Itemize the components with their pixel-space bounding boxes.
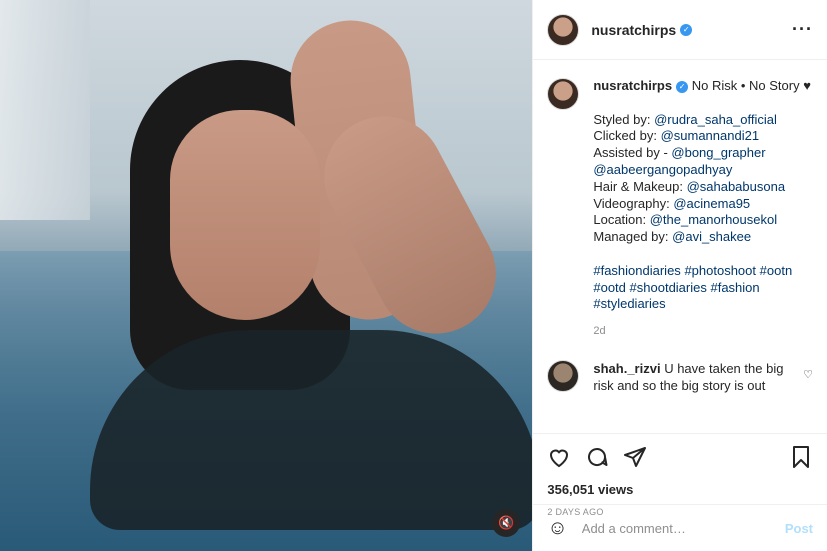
credits-list: Styled by: @rudra_saha_official Clicked b… [593, 112, 813, 246]
action-icons [547, 442, 813, 472]
credit-line: Clicked by: @sumannandi21 [593, 128, 813, 145]
hashtags: #fashiondiaries #photoshoot #ootn #ootd … [593, 263, 813, 313]
credit-line: Assisted by - @bong_grapher [593, 145, 813, 162]
verified-badge-icon: ✓ [680, 23, 693, 36]
credit-line: Styled by: @rudra_saha_official [593, 112, 813, 129]
hashtag-link[interactable]: #photoshoot [684, 263, 756, 278]
instagram-post-modal: 🔇 nusratchirps ✓ ··· nusratchirps ✓ No Ri… [0, 0, 827, 551]
hashtag-link[interactable]: #fashiondiaries [593, 263, 680, 278]
hashtag-link[interactable]: #fashion [710, 280, 759, 295]
like-heart-icon[interactable] [547, 445, 571, 469]
caption-text: nusratchirps ✓ No Risk • No Story ♥ Style… [593, 78, 813, 340]
credit-line: Videography: @acinema95 [593, 196, 813, 213]
add-comment-bar: ☺ Post [533, 504, 827, 551]
post-video[interactable]: 🔇 [0, 0, 533, 551]
share-paper-plane-icon[interactable] [623, 445, 647, 469]
credit-label: Assisted by - [593, 145, 672, 161]
credit-handle-link[interactable]: @sumannandi21 [661, 128, 759, 143]
credit-line: Managed by: @avi_shakee [593, 229, 813, 246]
credit-label: Styled by: [593, 111, 655, 127]
caption-avatar[interactable] [547, 78, 580, 110]
post-header: nusratchirps ✓ ··· [533, 0, 827, 60]
credit-label: Clicked by: [593, 128, 661, 144]
like-comment-heart-icon[interactable]: ♡ [803, 368, 813, 381]
subject-face [170, 110, 320, 320]
credit-label: Videography: [593, 195, 674, 211]
caption-username[interactable]: nusratchirps [593, 78, 672, 93]
credit-label: Hair & Makeup: [593, 178, 687, 194]
bookmark-icon[interactable] [789, 445, 813, 469]
credit-handle-link[interactable]: @sahababusona [687, 179, 786, 194]
speaker-muted-icon: 🔇 [498, 515, 515, 530]
credit-handle-link[interactable]: @aabeergangopadhyay [593, 162, 732, 177]
comment-text: shah._rizvi U have taken the big risk an… [593, 360, 795, 394]
hashtag-link[interactable]: #shootdiaries [630, 280, 707, 295]
credit-handle-link[interactable]: @avi_shakee [672, 229, 751, 244]
credit-line: Location: @the_manorhousekol [593, 212, 813, 229]
comment-username[interactable]: shah._rizvi [593, 361, 660, 376]
caption-title: No Risk • No Story ♥ [691, 78, 811, 93]
caption-time[interactable]: 2d [593, 323, 813, 340]
comment-input[interactable] [579, 519, 785, 537]
credit-handle-link[interactable]: @acinema95 [673, 196, 750, 211]
comment-bubble-icon[interactable] [585, 445, 609, 469]
post-sidebar: nusratchirps ✓ ··· nusratchirps ✓ No Risk… [532, 0, 827, 551]
verified-badge-icon: ✓ [676, 80, 689, 93]
more-options-icon[interactable]: ··· [792, 19, 813, 40]
comment-avatar[interactable] [547, 359, 580, 392]
header-username[interactable]: nusratchirps [591, 22, 676, 38]
credit-line: @aabeergangopadhyay [593, 162, 813, 179]
hashtag-link[interactable]: #ootd [593, 280, 626, 295]
comments-area[interactable]: nusratchirps ✓ No Risk • No Story ♥ Style… [533, 60, 827, 433]
views-count[interactable]: 356,051 views [547, 482, 813, 497]
credit-label: Managed by: [593, 229, 673, 245]
credit-handle-link[interactable]: @rudra_saha_official [654, 112, 777, 127]
subject-shirt [90, 330, 533, 530]
caption: nusratchirps ✓ No Risk • No Story ♥ Style… [547, 78, 813, 340]
background-building [0, 0, 90, 220]
hashtag-link[interactable]: #ootn [760, 263, 793, 278]
credit-handle-link[interactable]: @bong_grapher [671, 145, 765, 160]
credit-label: Location: [593, 212, 650, 228]
post-comment-button[interactable]: Post [785, 521, 813, 536]
credit-handle-link[interactable]: @the_manorhousekol [650, 212, 777, 227]
emoji-icon[interactable]: ☺ [547, 517, 567, 540]
comment: shah._rizvi U have taken the big risk an… [547, 359, 813, 394]
hashtag-link[interactable]: #stylediaries [593, 296, 665, 311]
credit-line: Hair & Makeup: @sahababusona [593, 179, 813, 196]
avatar[interactable] [547, 13, 580, 46]
